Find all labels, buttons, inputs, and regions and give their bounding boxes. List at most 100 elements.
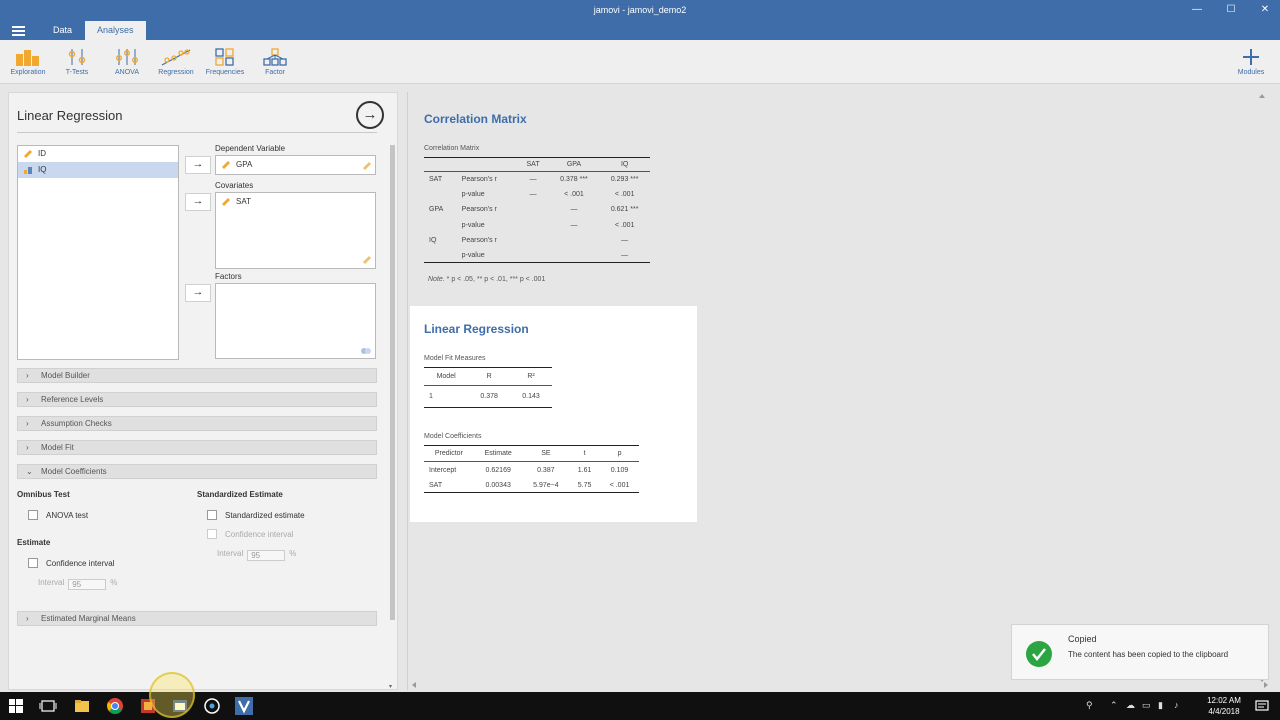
dependent-item[interactable]: GPA: [216, 156, 375, 174]
variable-name: IQ: [38, 165, 47, 174]
column-header: R²: [510, 367, 552, 386]
section-model-coefficients[interactable]: ⌄ Model Coefficients: [17, 464, 377, 479]
dependent-value: GPA: [236, 160, 253, 169]
copied-notification[interactable]: Copied The content has been copied to th…: [1011, 624, 1269, 680]
anova-test-checkbox[interactable]: ANOVA test: [28, 510, 88, 520]
factor-label: Factor: [265, 69, 285, 76]
notification-title: Copied: [1068, 634, 1097, 644]
tab-analyses[interactable]: Analyses: [85, 21, 146, 40]
move-to-covariates-button[interactable]: →: [185, 193, 211, 211]
move-to-dependent-button[interactable]: →: [185, 156, 211, 174]
table-cell: Pearson's r: [461, 206, 497, 213]
chevron-right-icon: ›: [26, 371, 29, 380]
checkbox[interactable]: [28, 558, 38, 568]
std-interval-label: Interval: [217, 549, 244, 558]
section-model-builder[interactable]: › Model Builder: [17, 368, 377, 383]
section-model-fit[interactable]: › Model Fit: [17, 440, 377, 455]
table-header-row: Model R R²: [424, 367, 552, 386]
factors-box[interactable]: [215, 283, 376, 359]
options-panel: Linear Regression → ID IQ → → → Dependen…: [8, 92, 398, 690]
checkbox[interactable]: [28, 510, 38, 520]
factor-icon: [263, 48, 287, 66]
system-clock[interactable]: 12:02 AM 4/4/2018: [1200, 695, 1248, 717]
frequencies-icon: [215, 48, 234, 66]
table-cell: < .001: [600, 478, 639, 493]
regression-button[interactable]: Regression: [152, 48, 200, 76]
model-fit-title: Model Fit Measures: [424, 355, 486, 362]
section-estimated-marginal-means[interactable]: › Estimated Marginal Means: [17, 611, 377, 626]
windows-start-icon[interactable]: [6, 696, 26, 716]
file-explorer-icon[interactable]: [72, 696, 92, 716]
frequencies-button[interactable]: Frequencies: [201, 48, 249, 76]
confidence-interval-checkbox[interactable]: Confidence interval: [28, 558, 114, 568]
variable-item-iq[interactable]: IQ: [18, 162, 178, 178]
action-center-icon[interactable]: [1252, 696, 1272, 716]
battery-icon[interactable]: ▮: [1158, 700, 1163, 711]
section-reference-levels[interactable]: › Reference Levels: [17, 392, 377, 407]
section-label: Model Fit: [41, 443, 74, 452]
network-icon[interactable]: ▭: [1142, 700, 1151, 711]
close-button[interactable]: ✕: [1250, 3, 1280, 19]
table-cell: < .001: [614, 190, 635, 198]
people-icon[interactable]: ⚲: [1086, 700, 1093, 711]
table-cell: p-value: [461, 221, 485, 229]
options-scrollbar[interactable]: ▾: [389, 143, 396, 690]
table-cell: —: [570, 221, 578, 229]
anova-button[interactable]: ANOVA: [103, 48, 151, 76]
media-app-icon[interactable]: [202, 696, 222, 716]
modules-button[interactable]: Modules: [1227, 48, 1275, 76]
results-panel: Correlation Matrix Correlation Matrix SA…: [407, 92, 1273, 690]
t-tests-button[interactable]: T-Tests: [53, 48, 101, 76]
jamovi-icon[interactable]: [234, 696, 254, 716]
table-row: p-value —: [424, 249, 650, 263]
covariate-item[interactable]: SAT: [216, 193, 375, 211]
dependent-variable-box[interactable]: GPA: [215, 155, 376, 175]
table-row: GPA Pearson's r — 0.621 ***: [424, 201, 650, 219]
results-vertical-scrollbar[interactable]: [1259, 94, 1265, 682]
t-test-icon: [68, 49, 86, 65]
results-horizontal-scrollbar[interactable]: [412, 682, 1268, 688]
linear-regression-results[interactable]: Linear Regression Model Fit Measures Mod…: [410, 306, 697, 522]
chevron-up-icon[interactable]: ⌃: [1110, 700, 1118, 711]
task-view-icon[interactable]: [38, 696, 58, 716]
dependent-label: Dependent Variable: [215, 144, 286, 153]
checkmark-icon: [1026, 641, 1052, 667]
factor-button[interactable]: Factor: [251, 48, 299, 76]
scrollbar-thumb[interactable]: [390, 145, 395, 620]
percent-sign: %: [289, 549, 297, 558]
standardized-estimate-checkbox[interactable]: Standardized estimate: [207, 510, 305, 520]
cloud-icon[interactable]: ☁: [1126, 700, 1135, 711]
exploration-button[interactable]: Exploration: [4, 48, 52, 76]
scroll-down-icon[interactable]: ▾: [389, 683, 392, 690]
chevron-right-icon: ›: [26, 395, 29, 404]
hide-options-arrow-icon[interactable]: →: [356, 101, 384, 129]
notification-message: The content has been copied to the clipb…: [1068, 650, 1229, 659]
chrome-icon[interactable]: [105, 696, 125, 716]
tab-data[interactable]: Data: [41, 21, 84, 40]
table-cell: SAT: [429, 176, 443, 184]
table-cell: —: [599, 249, 650, 263]
checkbox[interactable]: [207, 510, 217, 520]
move-to-factors-button[interactable]: →: [185, 284, 211, 302]
hamburger-menu-icon[interactable]: [12, 26, 25, 36]
options-title: Linear Regression: [17, 108, 123, 123]
column-header: Model: [424, 367, 469, 386]
section-assumption-checks[interactable]: › Assumption Checks: [17, 416, 377, 431]
chevron-right-icon: ›: [26, 443, 29, 452]
maximize-button[interactable]: ☐: [1216, 3, 1246, 19]
anova-label: ANOVA: [115, 69, 139, 76]
model-fit-table: Model R R² 1 0.378 0.143: [424, 367, 552, 408]
correlation-table: SAT GPA IQ SAT Pearson's r — 0.378 *** 0.293…: [424, 157, 650, 263]
covariates-box[interactable]: SAT: [215, 192, 376, 269]
table-row: SAT Pearson's r — 0.378 *** 0.293 ***: [424, 172, 650, 188]
volume-icon[interactable]: ♪: [1174, 700, 1179, 710]
note-text: * p < .05, ** p < .01, *** p < .001: [444, 276, 546, 283]
table-cell: 0.378: [468, 385, 511, 408]
table-cell: p-value: [461, 190, 485, 198]
variable-item-id[interactable]: ID: [18, 146, 178, 162]
minimize-button[interactable]: —: [1182, 3, 1212, 19]
ruler-icon: [222, 198, 230, 206]
table-cell: 0.387: [537, 466, 555, 474]
table-cell: Pearson's r: [461, 237, 497, 244]
variable-list[interactable]: ID IQ: [17, 145, 179, 360]
